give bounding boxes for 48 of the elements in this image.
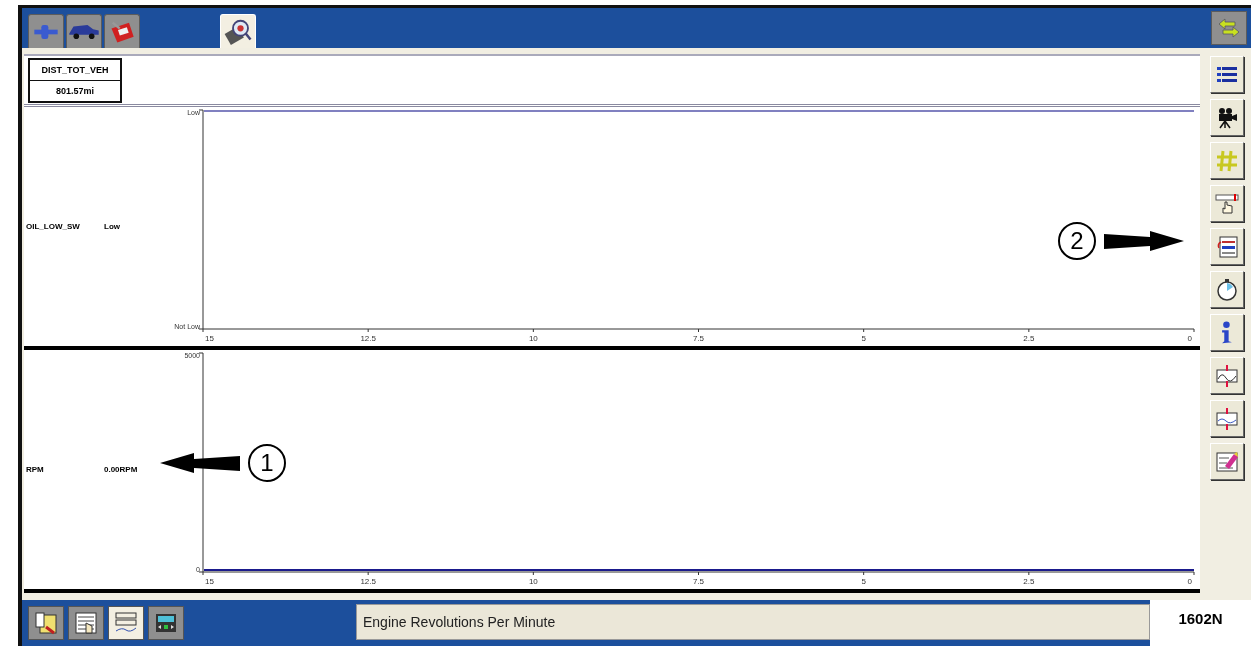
x-tick-label: 10 xyxy=(528,577,538,586)
x-tick-label: 15 xyxy=(205,334,214,343)
toolbar-button[interactable] xyxy=(1210,56,1244,93)
view-tab[interactable] xyxy=(28,606,64,640)
toolbar-tab[interactable] xyxy=(66,14,102,48)
pid-value: 801.57mi xyxy=(55,84,95,98)
x-tick-label: 7.5 xyxy=(692,334,705,343)
figure-id: 1602N xyxy=(1150,600,1251,646)
swap-button[interactable] xyxy=(1211,11,1247,45)
swap-arrows-icon xyxy=(1217,16,1241,40)
x-tick-label: 10 xyxy=(528,334,538,343)
x-tick-label: 2.5 xyxy=(1023,577,1035,586)
eraser-icon xyxy=(1215,449,1239,474)
x-tick-label: 5 xyxy=(861,577,866,586)
hand-cursor-icon xyxy=(1215,191,1239,216)
graph-icon xyxy=(114,611,138,635)
report-icon xyxy=(34,611,58,635)
pid-value: Low xyxy=(104,222,120,231)
x-tick-label: 0 xyxy=(1187,577,1192,586)
toolbar-button[interactable] xyxy=(1210,99,1244,136)
status-text: Engine Revolutions Per Minute xyxy=(356,604,1150,640)
pid-list-icon xyxy=(74,611,98,635)
hash-icon xyxy=(1215,148,1239,173)
pid-name: OIL_LOW_SW xyxy=(25,222,81,231)
info-icon xyxy=(1221,320,1233,345)
wave-zoom-icon xyxy=(1215,363,1239,388)
view-tab[interactable] xyxy=(68,606,104,640)
x-tick-label: 0 xyxy=(1187,334,1192,343)
x-tick-label: 5 xyxy=(861,334,866,343)
recall-list-icon xyxy=(1215,234,1239,259)
view-tab[interactable] xyxy=(148,606,184,640)
stopwatch-icon xyxy=(1215,277,1239,302)
x-tick-label: 2.5 xyxy=(1023,334,1035,343)
toolbar-tab[interactable] xyxy=(104,14,140,48)
pid-name: RPM xyxy=(25,465,45,474)
playback-icon xyxy=(154,611,178,635)
x-tick-label: 7.5 xyxy=(692,577,705,586)
car-icon xyxy=(69,24,99,39)
toolbar-button[interactable] xyxy=(1210,228,1244,265)
x-tick-label: 12.5 xyxy=(360,577,376,586)
toolbar-button[interactable] xyxy=(1210,314,1244,351)
x-tick-label: 15 xyxy=(205,577,214,586)
pid-value: 0.00RPM xyxy=(104,465,138,474)
toolbar-button[interactable] xyxy=(1210,271,1244,308)
wave-zoom-icon xyxy=(1215,406,1239,431)
x-tick-label: 12.5 xyxy=(360,334,376,343)
view-tab[interactable] xyxy=(108,606,144,640)
pid-name: DIST_TOT_VEH xyxy=(30,59,120,81)
